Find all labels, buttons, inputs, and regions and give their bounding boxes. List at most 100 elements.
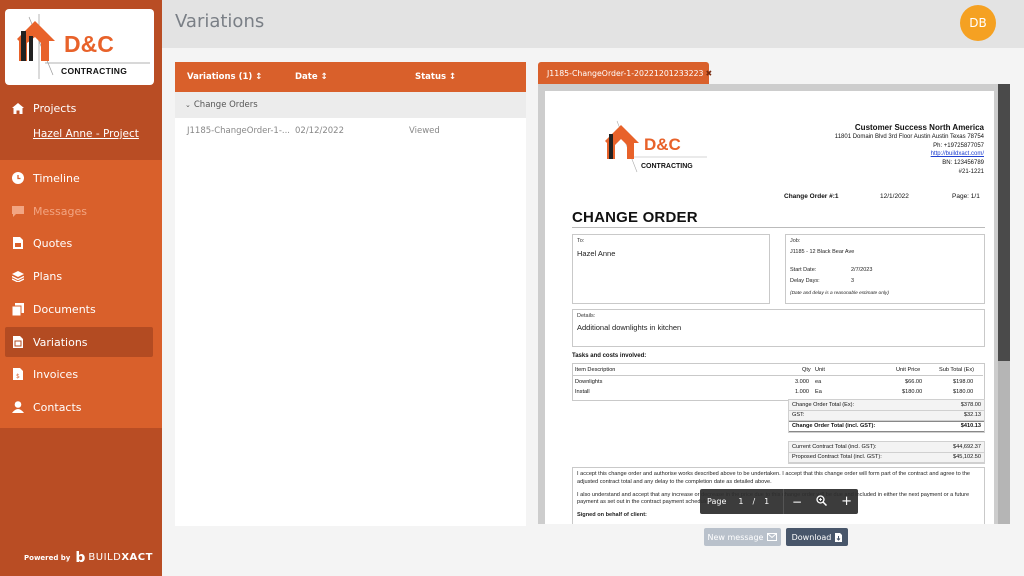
sidebar-item-invoices[interactable]: $ Invoices — [5, 359, 153, 389]
pdf-scrollbar[interactable] — [998, 84, 1010, 524]
to-label: To: — [577, 238, 585, 244]
page-number-input[interactable]: 1 — [738, 497, 743, 506]
close-tab-icon[interactable]: ✖ — [706, 69, 713, 78]
total-row: GST: $32.13 — [789, 410, 984, 421]
pdf-viewer: D&C CONTRACTING Customer Success North A… — [538, 84, 1010, 524]
sidebar-item-messages[interactable]: Messages — [5, 196, 153, 226]
to-value: Hazel Anne — [577, 249, 616, 258]
pdf-page: D&C CONTRACTING Customer Success North A… — [545, 91, 994, 524]
sidebar: D&C CONTRACTING Projects Hazel Anne - Pr… — [0, 0, 162, 576]
contract-total-row: Current Contract Total (incl. GST): $44,6… — [789, 442, 984, 453]
variation-document-icon — [11, 335, 25, 349]
sidebar-item-timeline[interactable]: Timeline — [5, 163, 153, 193]
start-date-value: 2/7/2023 — [851, 267, 873, 273]
document-tab[interactable]: J1185-ChangeOrder-1-20221201233223 ✖ — [538, 62, 712, 84]
sidebar-item-label: Documents — [33, 302, 96, 316]
sidebar-item-label: Projects — [33, 101, 77, 115]
company-website-link[interactable]: http://buildxact.com/ — [835, 150, 984, 159]
cell-qty: 1.000 — [795, 389, 809, 395]
sidebar-item-label: Contacts — [33, 400, 82, 414]
powered-by: Powered by b BUILDXACT — [24, 551, 153, 565]
top-header: Variations DB — [162, 0, 1024, 48]
change-order-number: Change Order #:1 — [784, 193, 839, 200]
sidebar-item-contacts[interactable]: Contacts — [5, 392, 153, 422]
items-table: Item Description Qty Unit Unit Price Sub… — [572, 363, 985, 401]
header-unit: Unit — [815, 367, 825, 373]
cell-description: Install — [575, 389, 590, 395]
variations-list: Variations (1) ↕ Date ↕ Status ↕ ⌄ Chang… — [175, 62, 526, 526]
group-label: Change Orders — [193, 100, 258, 110]
details-value: Additional downlights in kitchen — [577, 323, 682, 332]
documents-icon — [11, 302, 25, 316]
cell-unit: Ea — [815, 389, 822, 395]
document-logo-brand: D&C — [644, 135, 681, 154]
sidebar-item-label: Timeline — [33, 171, 80, 185]
items-table-header: Item Description Qty Unit Unit Price Sub… — [573, 364, 983, 376]
total-pages: 1 — [764, 497, 770, 506]
chevron-down-icon: ⌄ — [185, 101, 191, 109]
page-label: Page — [707, 497, 727, 506]
download-file-icon — [835, 532, 843, 542]
powered-by-label: Powered by — [24, 553, 71, 562]
total-row-incl-gst: Change Order Total (incl. GST): $410.13 — [789, 421, 984, 432]
cell-unit-price: $180.00 — [902, 389, 923, 395]
svg-text:$: $ — [16, 373, 20, 380]
logo-brand: D&C — [64, 31, 114, 57]
envelope-icon — [767, 533, 778, 541]
zoom-in-button[interactable]: + — [841, 494, 852, 509]
column-header-variations[interactable]: Variations (1) ↕ — [187, 72, 262, 82]
contact-icon — [11, 400, 25, 414]
acceptance-text: I accept this change order and authorise… — [577, 471, 971, 485]
sidebar-item-plans[interactable]: Plans — [5, 261, 153, 291]
variation-date: 02/12/2022 — [295, 126, 344, 136]
group-row-change-orders[interactable]: ⌄ Change Orders — [175, 92, 526, 118]
cell-sub-total: $198.00 — [953, 379, 974, 385]
company-logo[interactable]: D&C CONTRACTING — [5, 9, 154, 85]
company-name: Customer Success North America — [854, 123, 984, 132]
tasks-heading: Tasks and costs involved: — [572, 353, 647, 359]
zoom-fit-button[interactable] — [816, 495, 828, 508]
zoom-out-button[interactable]: − — [792, 495, 802, 509]
contract-totals: Current Contract Total (incl. GST): $44,6… — [788, 441, 985, 464]
header-item-description: Item Description — [575, 367, 616, 373]
job-value: J1185 - 12 Black Bear Ave — [790, 249, 855, 255]
company-license: #21-1221 — [958, 168, 984, 175]
table-row: Downlights 3.000 ea $66.00 $198.00 — [573, 379, 983, 389]
total-row: Change Order Total (Ex): $378.00 — [789, 400, 984, 411]
document-logo-tagline: CONTRACTING — [641, 163, 693, 170]
current-project-link[interactable]: Hazel Anne - Project — [33, 128, 139, 140]
page-separator: / — [752, 497, 756, 506]
download-button[interactable]: Download — [786, 528, 848, 546]
sidebar-item-quotes[interactable]: Quotes — [5, 228, 153, 258]
cell-qty: 3.000 — [795, 379, 809, 385]
home-icon — [11, 101, 25, 115]
table-row: Install 1.000 Ea $180.00 $180.00 — [573, 389, 983, 399]
to-box: To: Hazel Anne — [572, 234, 770, 304]
company-details: Customer Success North America 11801 Dom… — [835, 123, 984, 177]
header-qty: Qty — [802, 367, 811, 373]
cell-unit: ea — [815, 379, 822, 385]
sidebar-item-label: Invoices — [33, 367, 79, 381]
new-message-button[interactable]: New message — [704, 528, 781, 546]
layers-icon — [11, 269, 25, 283]
company-phone: Ph: +19725877057 — [933, 142, 984, 149]
buildxact-brand: BUILDXACT — [88, 552, 153, 563]
sidebar-item-documents[interactable]: Documents — [5, 294, 153, 324]
header-sub-total: Sub Total (Ex) — [939, 367, 975, 373]
start-date-label: Start Date: — [790, 267, 817, 273]
table-row[interactable]: J1185-ChangeOrder-1-... 02/12/2022 Viewe… — [175, 118, 526, 144]
sidebar-item-label: Plans — [33, 269, 63, 283]
job-label: Job: — [790, 238, 801, 244]
title-divider — [572, 227, 985, 228]
sidebar-item-variations[interactable]: Variations — [5, 327, 153, 357]
delay-days-label: Delay Days: — [790, 278, 820, 284]
cell-unit-price: $66.00 — [905, 379, 923, 385]
document-logo: D&C CONTRACTING — [597, 117, 709, 177]
job-box: Job: J1185 - 12 Black Bear Ave Start Dat… — [785, 234, 985, 304]
column-header-date[interactable]: Date ↕ — [295, 72, 328, 82]
magnifier-icon — [816, 495, 828, 507]
pdf-scrollbar-thumb[interactable] — [998, 84, 1010, 361]
column-header-status[interactable]: Status ↕ — [415, 72, 456, 82]
sidebar-item-projects[interactable]: Projects — [5, 93, 153, 123]
user-avatar[interactable]: DB — [960, 5, 996, 41]
